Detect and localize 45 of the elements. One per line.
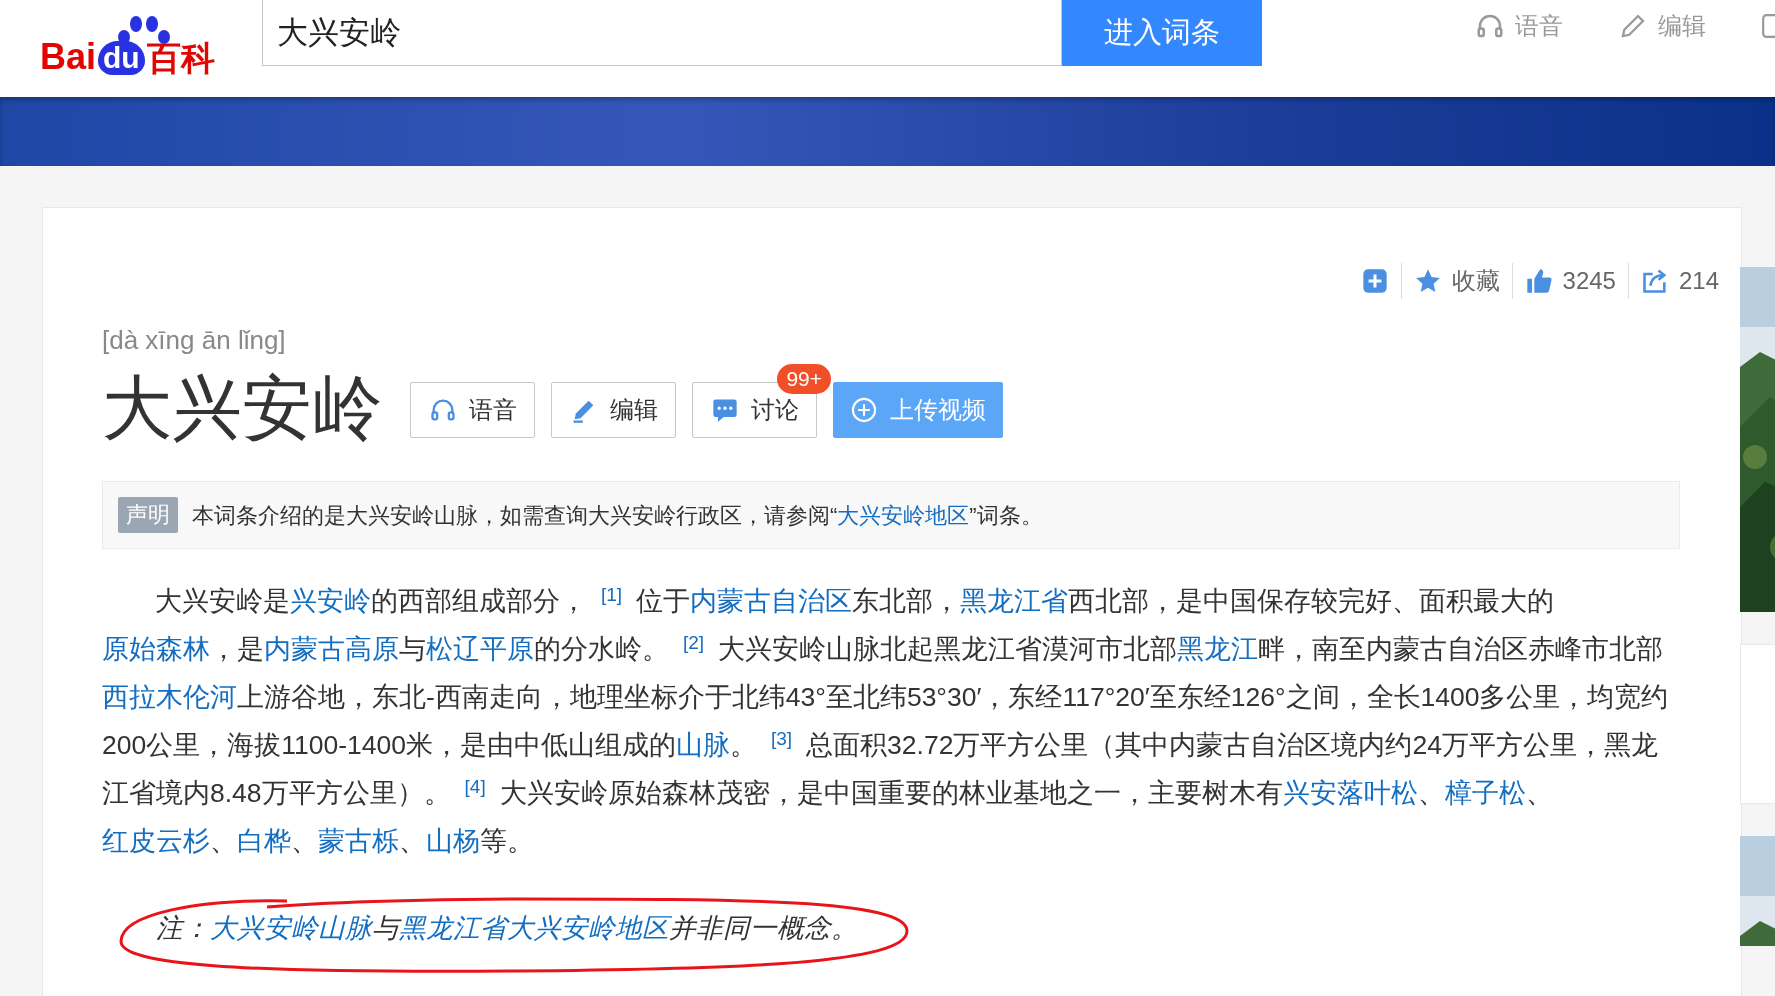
link[interactable]: 山杨 [426,826,480,856]
note-text: 注：大兴安岭山脉与黑龙江省大兴安岭地区并非同一概念。 [156,912,858,946]
reference-link[interactable]: [1] [601,583,623,605]
link[interactable]: 兴安落叶松 [1282,778,1418,808]
nav-link[interactable]: 编辑 [1618,7,1706,44]
action-link[interactable]: 3245 [1524,263,1616,299]
logo-text: Bai [40,38,97,75]
count-badge: 99+ [777,364,831,394]
link[interactable]: 大兴安岭山脉 [210,913,372,944]
entry-title: 大兴安岭 [102,368,382,449]
link[interactable]: 内蒙古自治区 [690,586,853,616]
reference-link[interactable]: [2] [683,631,705,653]
link[interactable]: 兴安岭 [290,586,371,616]
link[interactable]: 山脉 [676,730,730,760]
search-button[interactable]: 进入词条 [1062,0,1262,66]
plus-circle-icon [850,396,878,424]
notice-text: 本词条介绍的是大兴安岭山脉，如需查询大兴安岭行政区，请参阅“大兴安岭地区”词条。 [192,501,1043,530]
link[interactable]: 蒙古栎 [318,826,399,856]
plus-square-icon [1360,267,1389,295]
link[interactable]: 松辽平原 [426,634,534,664]
link[interactable]: 黑龙江 [1177,634,1259,664]
share-icon [1640,267,1669,295]
link[interactable]: 白桦 [237,826,291,856]
link[interactable]: 红皮云杉 [102,826,210,856]
thumbs-up-icon [1524,267,1553,295]
logo-mark: du [98,40,145,75]
notice-tag: 声明 [118,497,178,533]
action-link[interactable]: 收藏 [1413,263,1500,299]
search-field[interactable]: 大兴安岭 [262,0,1062,66]
action-button[interactable] [1360,267,1389,295]
action-link[interactable]: 214 [1640,263,1719,299]
reference-link[interactable]: [3] [771,727,793,749]
nav-link[interactable]: 语音 [1475,7,1563,44]
article-paragraph: 大兴安岭是兴安岭的西部组成部分， $^{[1]}$ 位于内蒙古自治区东北部，黑龙江省西北部，是中国保存较完好、面积最大的 原始森林，是内蒙古高原与松辽平原的分水岭。 $^{[2]}$ 大兴安岭山脉北起黑龙江省漠河市北部黑龙江畔，南至内蒙古自治区赤峰市北部 西拉木伦河上游谷地，东北-西南走向，地理坐标介于北纬43°至北纬53°30′，东经117°20′至东经126°之间，全长1400多公里，均宽约200公里，海拔1100-1400米，是由中低山组成的山脉。 $^{[3]}$ 总面积32.72万平方公里（其中内蒙古自治区境内约24万平方公里，黑龙江省境内8.48万平方公里）。 $^{[4]}$ 大兴安岭原始森林茂密，是中国重要的林业基地之一，主要树木有兴安落叶松、樟子松、 红皮云杉、白桦、蒙古栎、山杨等。 [102,582,1670,858]
link[interactable]: 西拉木伦河 [102,682,237,712]
logo-text: 百科 [146,40,215,75]
link[interactable]: 原始森林 [102,634,210,664]
link[interactable]: 樟子松 [1444,778,1526,808]
link[interactable]: 黑龙江省 [960,586,1069,616]
reference-link[interactable]: [4] [464,775,486,797]
pinyin: [dà xīng ān lǐng] [102,325,287,355]
title-button[interactable]: 语音 [410,382,535,438]
link[interactable]: 大兴安岭地区 [837,502,970,528]
link[interactable]: 内蒙古高原 [264,634,399,664]
title-button[interactable]: 编辑 [551,382,676,438]
